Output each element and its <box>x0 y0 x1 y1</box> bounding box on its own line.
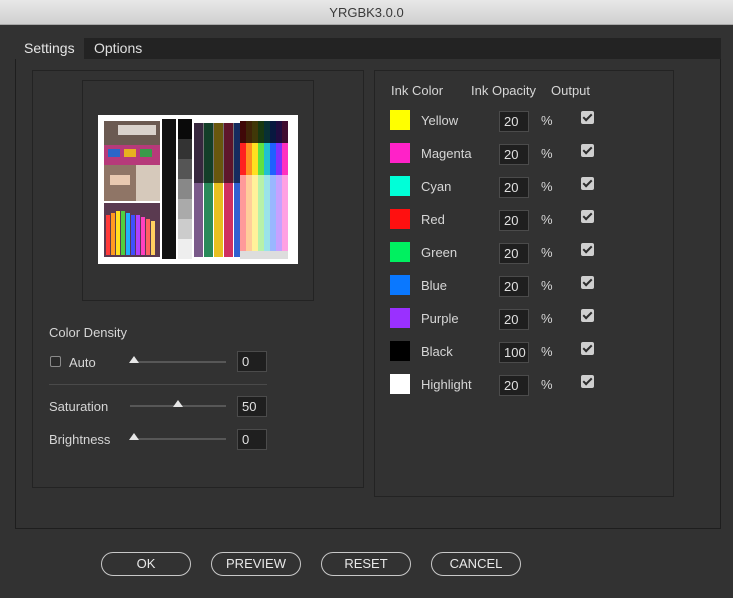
brightness-label: Brightness <box>49 432 111 447</box>
output-checkbox-green[interactable] <box>581 243 594 256</box>
swatch-green[interactable] <box>390 242 410 262</box>
density-value-field[interactable]: 0 <box>237 351 267 372</box>
output-checkbox-highlight[interactable] <box>581 375 594 388</box>
percent-unit: % <box>541 311 553 326</box>
percent-unit: % <box>541 245 553 260</box>
ink-color-header: Ink Color <box>391 83 444 98</box>
opacity-field-blue[interactable]: 20 <box>499 276 529 297</box>
window-title: YRGBK3.0.0 <box>329 5 404 20</box>
swatch-yellow[interactable] <box>390 110 410 130</box>
auto-label: Auto <box>69 355 96 370</box>
saturation-label: Saturation <box>49 399 109 414</box>
ink-label-yellow: Yellow <box>421 113 459 128</box>
density-divider <box>49 384 267 385</box>
brightness-slider-track[interactable] <box>130 438 226 440</box>
swatch-blue[interactable] <box>390 275 410 295</box>
ink-label-red: Red <box>421 212 445 227</box>
opacity-field-red[interactable]: 20 <box>499 210 529 231</box>
percent-unit: % <box>541 278 553 293</box>
saturation-slider-thumb[interactable] <box>173 400 183 407</box>
percent-unit: % <box>541 146 553 161</box>
ink-label-purple: Purple <box>421 311 459 326</box>
percent-unit: % <box>541 344 553 359</box>
percent-unit: % <box>541 113 553 128</box>
opacity-field-cyan[interactable]: 20 <box>499 177 529 198</box>
color-density-heading: Color Density <box>49 325 128 340</box>
swatch-magenta[interactable] <box>390 143 410 163</box>
output-header: Output <box>551 83 591 98</box>
ink-label-blue: Blue <box>421 278 448 293</box>
title-bar: YRGBK3.0.0 <box>0 0 733 25</box>
output-checkbox-black[interactable] <box>581 342 594 355</box>
saturation-value-field[interactable]: 50 <box>237 396 267 417</box>
output-checkbox-blue[interactable] <box>581 276 594 289</box>
opacity-field-highlight[interactable]: 20 <box>499 375 529 396</box>
density-slider-track[interactable] <box>130 361 226 363</box>
output-checkbox-magenta[interactable] <box>581 144 594 157</box>
tab-options[interactable]: Options <box>85 38 151 59</box>
ink-opacity-header: Ink Opacity <box>471 83 537 98</box>
output-checkbox-yellow[interactable] <box>581 111 594 124</box>
opacity-field-magenta[interactable]: 20 <box>499 144 529 165</box>
brightness-value-field[interactable]: 0 <box>237 429 267 450</box>
preview-image <box>98 115 298 264</box>
output-checkbox-cyan[interactable] <box>581 177 594 190</box>
ink-label-cyan: Cyan <box>421 179 452 194</box>
brightness-slider-thumb[interactable] <box>128 433 139 440</box>
swatch-highlight[interactable] <box>390 374 410 394</box>
cancel-button[interactable]: CANCEL <box>431 552 521 576</box>
tab-settings[interactable]: Settings <box>15 38 84 59</box>
percent-unit: % <box>541 377 553 392</box>
tab-bar: Settings Options <box>15 38 721 59</box>
opacity-field-purple[interactable]: 20 <box>499 309 529 330</box>
reset-button[interactable]: RESET <box>321 552 411 576</box>
swatch-black[interactable] <box>390 341 410 361</box>
output-checkbox-purple[interactable] <box>581 309 594 322</box>
density-slider-thumb[interactable] <box>128 356 139 363</box>
ok-button[interactable]: OK <box>101 552 191 576</box>
opacity-field-green[interactable]: 20 <box>499 243 529 264</box>
opacity-field-yellow[interactable]: 20 <box>499 111 529 132</box>
swatch-red[interactable] <box>390 209 410 229</box>
percent-unit: % <box>541 212 553 227</box>
output-checkbox-red[interactable] <box>581 210 594 223</box>
ink-label-green: Green <box>421 245 458 260</box>
preview-image-graphic <box>104 119 288 259</box>
auto-checkbox[interactable] <box>50 356 61 367</box>
swatch-purple[interactable] <box>390 308 410 328</box>
swatch-cyan[interactable] <box>390 176 410 196</box>
percent-unit: % <box>541 179 553 194</box>
preview-button[interactable]: PREVIEW <box>211 552 301 576</box>
ink-label-black: Black <box>421 344 453 359</box>
ink-label-highlight: Highlight <box>421 377 472 392</box>
ink-label-magenta: Magenta <box>421 146 472 161</box>
opacity-field-black[interactable]: 100 <box>499 342 529 363</box>
